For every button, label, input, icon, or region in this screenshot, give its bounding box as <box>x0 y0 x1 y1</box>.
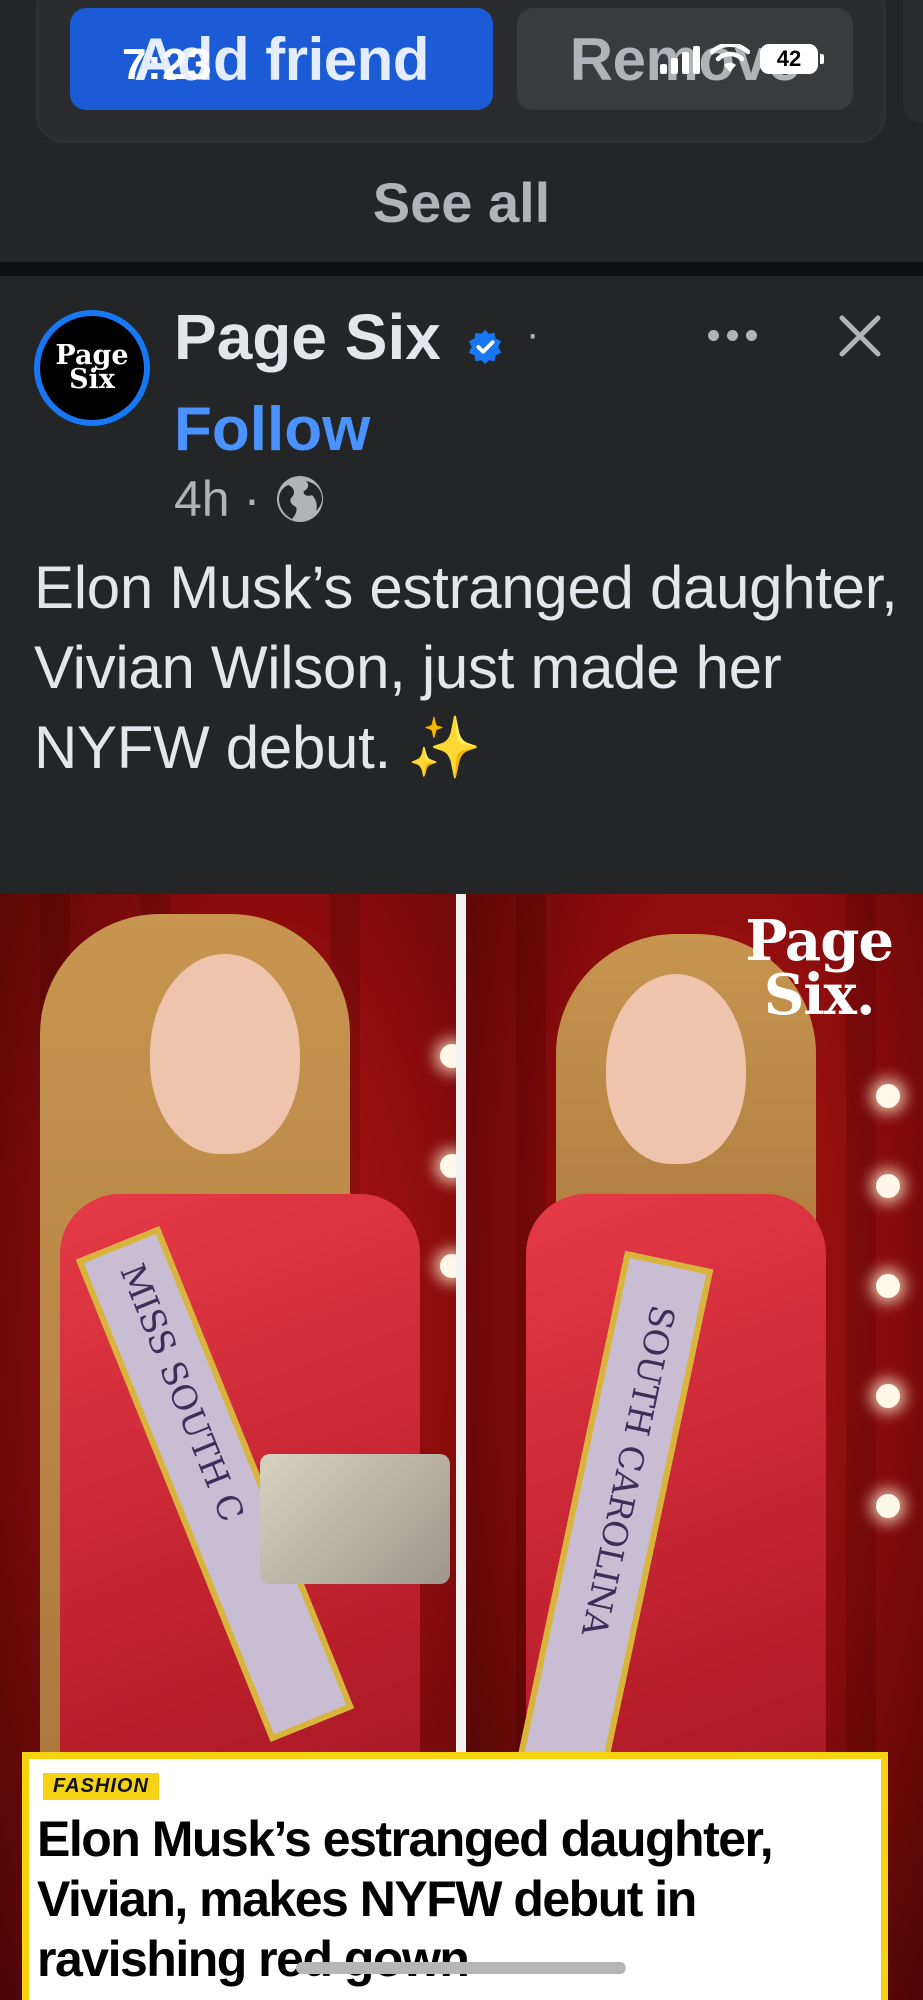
stage-light <box>876 1274 900 1298</box>
model-face <box>150 954 300 1154</box>
stage-light <box>440 1044 456 1068</box>
watermark-line2: Six. <box>763 962 876 1028</box>
wifi-icon <box>710 44 750 72</box>
name-separator: · <box>526 312 540 356</box>
avatar-logo: Page Six <box>44 320 140 416</box>
stage-light <box>440 1254 456 1278</box>
signal-icon <box>660 44 700 74</box>
page-avatar[interactable]: Page Six <box>34 310 150 426</box>
stage-light <box>876 1174 900 1198</box>
see-all-link[interactable]: See all <box>0 170 923 235</box>
meta-separator: · <box>243 471 261 527</box>
home-indicator[interactable] <box>296 1962 626 1974</box>
post-meta: 4h · <box>174 470 326 528</box>
stage-light <box>440 1154 456 1178</box>
follow-button[interactable]: Follow <box>174 394 370 465</box>
category-tag: FASHION <box>43 1773 159 1800</box>
watermark-line1: Page <box>745 908 894 974</box>
next-suggestion-card-edge[interactable] <box>903 0 923 123</box>
status-icons: 42 <box>660 44 824 74</box>
close-icon[interactable] <box>836 312 884 360</box>
model-face <box>606 974 746 1164</box>
clutch-bag <box>260 1454 450 1584</box>
stage-light <box>876 1384 900 1408</box>
feed-divider <box>0 262 923 276</box>
status-time: 7:23 <box>122 40 213 89</box>
battery-icon: 42 <box>760 44 824 74</box>
stage-light <box>876 1494 900 1518</box>
verified-badge-icon <box>468 329 502 365</box>
post-time[interactable]: 4h <box>174 470 230 528</box>
page-six-watermark: Page Six. <box>745 908 894 1028</box>
more-options-icon[interactable] <box>708 330 757 341</box>
page-name-link[interactable]: Page Six <box>174 300 441 374</box>
stage-light <box>876 1084 900 1108</box>
post-text: Elon Musk’s estranged daughter, Vivian W… <box>34 554 898 781</box>
globe-icon[interactable] <box>274 473 326 525</box>
avatar-logo-line2: Six <box>69 364 115 395</box>
